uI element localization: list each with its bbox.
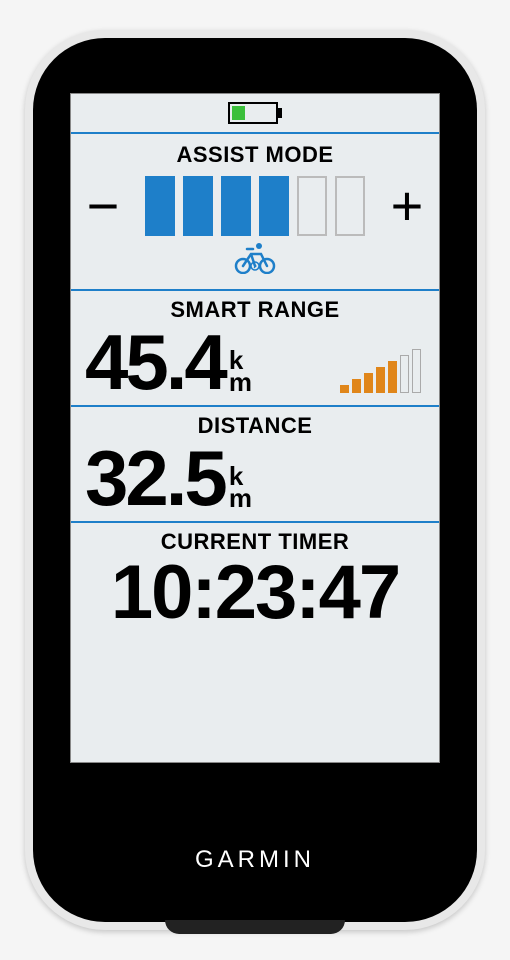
timer-section: CURRENT TIMER 10:23:47 bbox=[71, 523, 439, 762]
assist-increase-button[interactable]: + bbox=[385, 178, 429, 234]
mount-tab bbox=[165, 920, 345, 934]
distance-unit: k m bbox=[229, 465, 252, 509]
distance-section: DISTANCE 32.5 k m bbox=[71, 407, 439, 523]
assist-mode-label: ASSIST MODE bbox=[81, 142, 429, 168]
brand-logo: GARMIN bbox=[195, 846, 315, 874]
timer-value: 10:23:47 bbox=[79, 555, 431, 631]
screen: ASSIST MODE − + bbox=[70, 93, 440, 763]
device-frame: ASSIST MODE − + bbox=[25, 30, 485, 930]
smart-range-value: 45.4 bbox=[85, 323, 225, 401]
assist-decrease-button[interactable]: − bbox=[81, 178, 125, 234]
distance-value: 32.5 bbox=[85, 439, 225, 517]
battery-icon bbox=[228, 102, 282, 124]
assist-level-bars bbox=[133, 176, 377, 236]
ebike-icon bbox=[81, 242, 429, 279]
signal-icon bbox=[340, 349, 421, 393]
smart-range-section: SMART RANGE 45.4 k m bbox=[71, 291, 439, 407]
assist-mode-section: ASSIST MODE − + bbox=[71, 134, 439, 291]
status-bar bbox=[71, 94, 439, 134]
smart-range-unit: k m bbox=[229, 349, 252, 393]
device-body: ASSIST MODE − + bbox=[33, 38, 477, 922]
